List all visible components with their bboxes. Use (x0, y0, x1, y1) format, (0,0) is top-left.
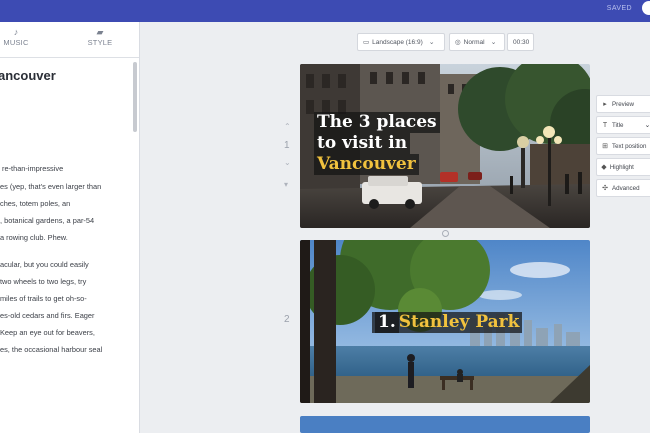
title-style-dropdown[interactable]: T Title ⌄ (596, 116, 650, 134)
script-line: es (yep, that's even larger than (0, 182, 102, 191)
sidebar-tabs: ♪ MUSIC ▰ STYLE (0, 22, 139, 58)
caption-highlight: Vancouver (314, 154, 419, 175)
caption-line: to visit in (314, 133, 411, 154)
highlight-icon: ◆ (601, 164, 607, 171)
chevron-down-icon: ⌄ (490, 39, 497, 46)
add-slide-button[interactable] (442, 230, 449, 237)
slide-number: 1 (284, 140, 290, 151)
slide-2[interactable]: 1. Stanley Park (300, 240, 590, 403)
style-icon: ▰ (96, 27, 104, 37)
script-line: , botanical gardens, a par-54 (0, 216, 95, 225)
advanced-dropdown[interactable]: ✣ Advanced ⌄ (596, 179, 650, 197)
script-line: a rowing club. Phew. (0, 233, 68, 242)
format-dropdown[interactable]: ▭ Landscape (16:9) ⌄ (357, 33, 445, 51)
slide-number: 2 (284, 314, 290, 325)
move-up-icon[interactable]: ⌃ (284, 122, 291, 131)
script-title: ancouver (0, 68, 56, 83)
save-status: SAVED (606, 5, 632, 12)
script-line: ches, totem poles, an (0, 199, 71, 208)
script-line: miles of trails to get oh-so- (0, 294, 87, 303)
script-line: acular, but you could easily (0, 260, 89, 269)
chevron-down-icon: ⌄ (644, 122, 650, 129)
caption-prefix: 1. (375, 312, 399, 333)
slide-2-caption[interactable]: 1. Stanley Park (372, 312, 523, 333)
user-avatar[interactable] (642, 1, 650, 15)
trash-icon[interactable]: ▾ (284, 180, 288, 189)
text-position-icon: ⊞ (602, 143, 608, 150)
chevron-down-icon: ⌄ (428, 39, 435, 46)
monitor-icon: ▭ (363, 39, 370, 46)
script-line: es-old cedars and firs. Eager (0, 311, 95, 320)
move-down-icon[interactable]: ⌄ (284, 158, 291, 167)
slide-1-caption[interactable]: The 3 places to visit in Vancouver (314, 112, 440, 175)
slide-1[interactable]: The 3 places to visit in Vancouver (300, 64, 590, 228)
script-line: es, the occasional harbour seal (0, 345, 103, 354)
script-line: Keep an eye out for beavers, (0, 328, 95, 337)
tab-style[interactable]: ▰ STYLE (80, 26, 120, 47)
music-note-icon: ♪ (13, 27, 19, 37)
slide-3[interactable] (300, 416, 590, 433)
speed-icon: ◎ (455, 39, 461, 46)
highlight-button[interactable]: ◆ Highlight × (596, 158, 650, 176)
play-icon: ▸ (603, 101, 607, 108)
tab-music[interactable]: ♪ MUSIC (0, 26, 36, 47)
speed-dropdown[interactable]: ◎ Normal ⌄ (449, 33, 505, 51)
duration-display: 00:30 (507, 33, 534, 51)
script-line: two wheels to two legs, try (0, 277, 87, 286)
text-type-icon: T (602, 121, 608, 129)
sidebar-scrollbar[interactable] (133, 62, 137, 132)
caption-highlight: Stanley Park (398, 312, 520, 332)
script-line: re-than-impressive (2, 164, 64, 173)
text-position-button[interactable]: ⊞ Text position (596, 137, 650, 155)
caption-line: The 3 places (314, 112, 440, 133)
settings-icon: ✣ (602, 185, 608, 192)
script-sidebar: ♪ MUSIC ▰ STYLE ancouver re-than-impress… (0, 22, 140, 433)
app-header: SAVED (0, 0, 650, 22)
preview-button[interactable]: ▸ Preview (596, 95, 650, 113)
